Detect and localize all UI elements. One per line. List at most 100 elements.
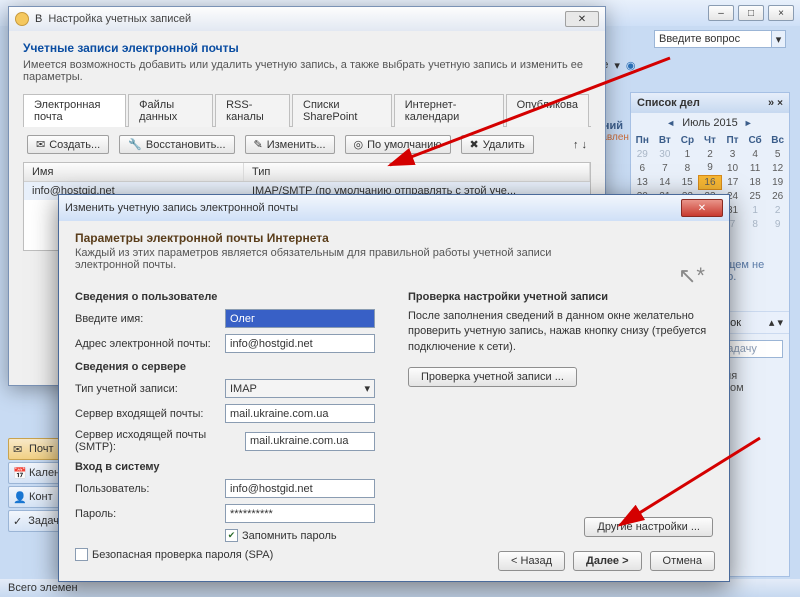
calendar-day[interactable]: 5 xyxy=(766,147,789,161)
calendar-day[interactable]: 1 xyxy=(676,147,699,161)
password-label: Пароль: xyxy=(75,508,225,520)
tab-strip: Электронная почтаФайлы данныхRSS-каналыС… xyxy=(23,93,591,127)
navigation-pane: ✉Почт 📅Кален 👤Конт ✓Задач xyxy=(8,438,64,532)
calendar-day[interactable]: 8 xyxy=(744,217,767,231)
minimize-button[interactable]: – xyxy=(708,5,734,21)
outgoing-server-input[interactable] xyxy=(245,432,375,451)
more-settings-button[interactable]: Другие настройки ... xyxy=(584,517,713,537)
repair-button[interactable]: 🔧Восстановить... xyxy=(119,135,234,154)
edit-button[interactable]: ✎Изменить... xyxy=(245,135,335,154)
help-search-input[interactable]: Введите вопрос ▾ xyxy=(654,30,786,48)
account-type-label: Тип учетной записи: xyxy=(75,383,225,395)
calendar-day[interactable]: 11 xyxy=(744,161,767,175)
calendar-day[interactable]: 8 xyxy=(676,161,699,175)
calendar-day[interactable]: 26 xyxy=(766,189,789,203)
toolbar-row: ✉Создать... 🔧Восстановить... ✎Изменить..… xyxy=(23,127,591,162)
email-input[interactable] xyxy=(225,334,375,353)
password-input[interactable] xyxy=(225,504,375,523)
calendar-day[interactable]: 25 xyxy=(744,189,767,203)
nav-calendar-button[interactable]: 📅Кален xyxy=(8,462,64,484)
calendar-day[interactable]: 9 xyxy=(699,161,722,175)
calendar-header: ◄ Июль 2015 ► xyxy=(631,113,789,133)
maximize-button[interactable]: □ xyxy=(738,5,764,21)
calendar-day[interactable]: 1 xyxy=(744,203,767,217)
login-heading: Вход в систему xyxy=(75,461,380,473)
tab-1[interactable]: Файлы данных xyxy=(128,94,213,127)
nav-tasks-button[interactable]: ✓Задач xyxy=(8,510,64,532)
name-input[interactable] xyxy=(225,309,375,328)
edit-icon: ✎ xyxy=(254,138,263,151)
calendar-day[interactable]: 2 xyxy=(699,147,722,161)
close-button[interactable]: ✕ xyxy=(565,11,599,27)
tab-4[interactable]: Интернет-календари xyxy=(394,94,504,127)
section-description: Каждый из этих параметров является обяза… xyxy=(75,247,575,271)
dropdown-icon: ▾ xyxy=(364,382,370,395)
close-icon[interactable]: × xyxy=(777,98,783,109)
calendar-day[interactable]: 14 xyxy=(654,175,677,189)
section-heading: Учетные записи электронной почты xyxy=(23,41,591,55)
close-button[interactable]: × xyxy=(768,5,794,21)
default-button[interactable]: ◎По умолчанию xyxy=(345,135,451,154)
calendar-day[interactable]: 12 xyxy=(766,161,789,175)
calendar-day[interactable]: 6 xyxy=(631,161,654,175)
username-input[interactable] xyxy=(225,479,375,498)
calendar-icon: 📅 xyxy=(13,467,25,479)
help-icon[interactable]: ◉ xyxy=(626,59,636,72)
spa-label: Безопасная проверка пароля (SPA) xyxy=(92,549,273,561)
calendar-day[interactable]: 30 xyxy=(654,147,677,161)
dropdown-icon[interactable]: ▾ xyxy=(614,59,620,72)
calendar-day[interactable]: 4 xyxy=(744,147,767,161)
updown-icon[interactable]: ↑ ↓ xyxy=(573,139,587,151)
tab-2[interactable]: RSS-каналы xyxy=(215,94,290,127)
close-button[interactable]: ✕ xyxy=(681,199,723,217)
outgoing-label: Сервер исходящей почты (SMTP): xyxy=(75,429,245,453)
calendar-day[interactable]: 29 xyxy=(631,147,654,161)
cursor-icon: ↖* xyxy=(678,263,705,289)
calendar-day[interactable]: 15 xyxy=(676,175,699,189)
nav-contacts-button[interactable]: 👤Конт xyxy=(8,486,64,508)
create-button[interactable]: ✉Создать... xyxy=(27,135,109,154)
dialog-title-bar: Изменить учетную запись электронной почт… xyxy=(59,195,729,221)
chevron-right-icon[interactable]: » xyxy=(768,97,774,109)
edit-account-dialog: Изменить учетную запись электронной почт… xyxy=(58,194,730,582)
chevron-icon[interactable]: ▴ ▾ xyxy=(769,316,783,329)
name-label: Введите имя: xyxy=(75,313,225,325)
cancel-button[interactable]: Отмена xyxy=(650,551,715,571)
calendar-day[interactable]: 3 xyxy=(721,147,744,161)
delete-icon: ✖ xyxy=(470,138,479,151)
col-type[interactable]: Тип xyxy=(244,163,590,181)
tab-3[interactable]: Списки SharePoint xyxy=(292,94,392,127)
remember-password-checkbox[interactable]: ✔ xyxy=(225,529,238,542)
calendar-day[interactable]: 19 xyxy=(766,175,789,189)
calendar-day[interactable]: 2 xyxy=(766,203,789,217)
todo-bar-title: Список дел xyxy=(637,97,700,109)
calendar-day[interactable]: 18 xyxy=(744,175,767,189)
dialog-title-bar: В Настройка учетных записей ✕ xyxy=(9,7,605,31)
dialog-footer: < Назад Далее > Отмена xyxy=(498,551,715,571)
new-icon: ✉ xyxy=(36,138,45,151)
delete-button[interactable]: ✖Удалить xyxy=(461,135,534,154)
prev-month-button[interactable]: ◄ xyxy=(666,118,676,128)
test-account-button[interactable]: Проверка учетной записи ... xyxy=(408,367,577,387)
dropdown-icon[interactable]: ▾ xyxy=(771,31,785,47)
calendar-day[interactable]: 10 xyxy=(721,161,744,175)
calendar-day[interactable]: 16 xyxy=(699,175,722,189)
nav-mail-button[interactable]: ✉Почт xyxy=(8,438,64,460)
back-button[interactable]: < Назад xyxy=(498,551,565,571)
next-button[interactable]: Далее > xyxy=(573,551,642,571)
calendar-day[interactable]: 13 xyxy=(631,175,654,189)
tab-0[interactable]: Электронная почта xyxy=(23,94,126,127)
col-name[interactable]: Имя xyxy=(24,163,244,181)
tab-5[interactable]: Опубликова xyxy=(506,94,589,127)
calendar-day[interactable]: 9 xyxy=(766,217,789,231)
section-description: Имеется возможность добавить или удалить… xyxy=(23,59,591,83)
calendar-day[interactable]: 7 xyxy=(654,161,677,175)
spa-checkbox[interactable] xyxy=(75,548,88,561)
account-type-select: IMAP▾ xyxy=(225,379,375,398)
incoming-server-input[interactable] xyxy=(225,404,375,423)
calendar-day[interactable]: 17 xyxy=(721,175,744,189)
section-heading: Параметры электронной почты Интернета xyxy=(75,231,713,245)
next-month-button[interactable]: ► xyxy=(744,118,754,128)
remember-password-label: Запомнить пароль xyxy=(242,530,337,542)
tasks-icon: ✓ xyxy=(13,515,24,527)
